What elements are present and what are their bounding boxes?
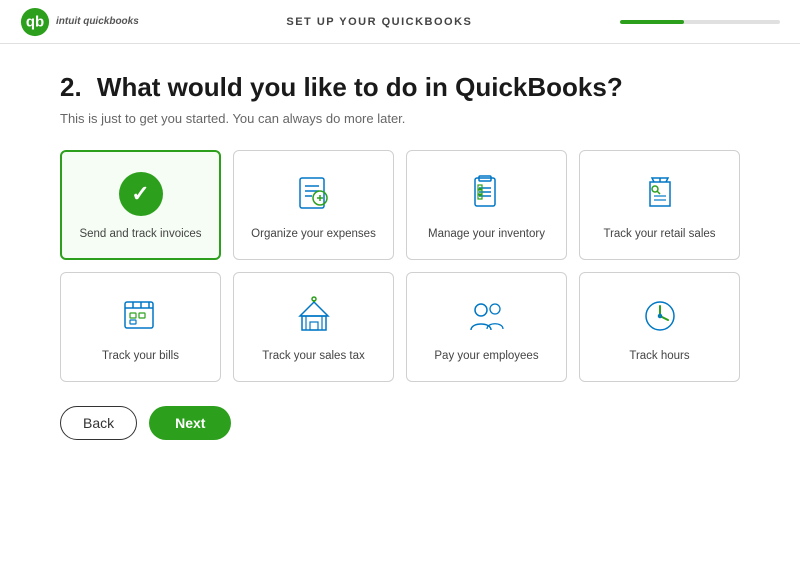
logo-area: qb intuit quickbooks <box>20 7 139 37</box>
retail-icon <box>638 172 682 216</box>
next-button[interactable]: Next <box>149 406 231 440</box>
option-retail[interactable]: Track your retail sales <box>579 150 740 260</box>
option-hours-label: Track hours <box>629 348 689 364</box>
option-employees-label: Pay your employees <box>434 348 538 364</box>
option-hours[interactable]: Track hours <box>579 272 740 382</box>
heading-text: What would you like to do in QuickBooks? <box>97 72 623 102</box>
salestax-icon <box>292 294 336 338</box>
progress-bar <box>620 20 780 24</box>
option-employees[interactable]: Pay your employees <box>406 272 567 382</box>
options-grid: Send and track invoices Organize your ex… <box>60 150 740 382</box>
brand-name-label: intuit quickbooks <box>56 16 139 27</box>
page-heading: 2. What would you like to do in QuickBoo… <box>60 72 740 103</box>
option-invoices[interactable]: Send and track invoices <box>60 150 221 260</box>
button-row: Back Next <box>60 406 740 440</box>
hours-icon <box>638 294 682 338</box>
option-bills-label: Track your bills <box>102 348 179 364</box>
progress-fill <box>620 20 684 24</box>
selected-check-icon <box>119 172 163 216</box>
inventory-icon <box>465 172 509 216</box>
page-subheading: This is just to get you started. You can… <box>60 111 740 126</box>
option-salestax-label: Track your sales tax <box>262 348 364 364</box>
svg-text:qb: qb <box>26 13 44 30</box>
main-content: 2. What would you like to do in QuickBoo… <box>0 44 800 460</box>
employees-icon <box>465 294 509 338</box>
option-expenses[interactable]: Organize your expenses <box>233 150 394 260</box>
app-header: qb intuit quickbooks SET UP YOUR QUICKBO… <box>0 0 800 44</box>
option-salestax[interactable]: Track your sales tax <box>233 272 394 382</box>
back-button[interactable]: Back <box>60 406 137 440</box>
step-number: 2. <box>60 72 82 102</box>
quickbooks-logo-icon: qb <box>20 7 50 37</box>
invoice-icon <box>119 172 163 216</box>
option-inventory[interactable]: Manage your inventory <box>406 150 567 260</box>
header-title: SET UP YOUR QUICKBOOKS <box>286 16 472 28</box>
option-retail-label: Track your retail sales <box>603 226 715 242</box>
option-bills[interactable]: Track your bills <box>60 272 221 382</box>
bills-icon <box>119 294 163 338</box>
option-expenses-label: Organize your expenses <box>251 226 376 242</box>
option-invoices-label: Send and track invoices <box>79 226 201 242</box>
option-inventory-label: Manage your inventory <box>428 226 545 242</box>
expenses-icon <box>292 172 336 216</box>
